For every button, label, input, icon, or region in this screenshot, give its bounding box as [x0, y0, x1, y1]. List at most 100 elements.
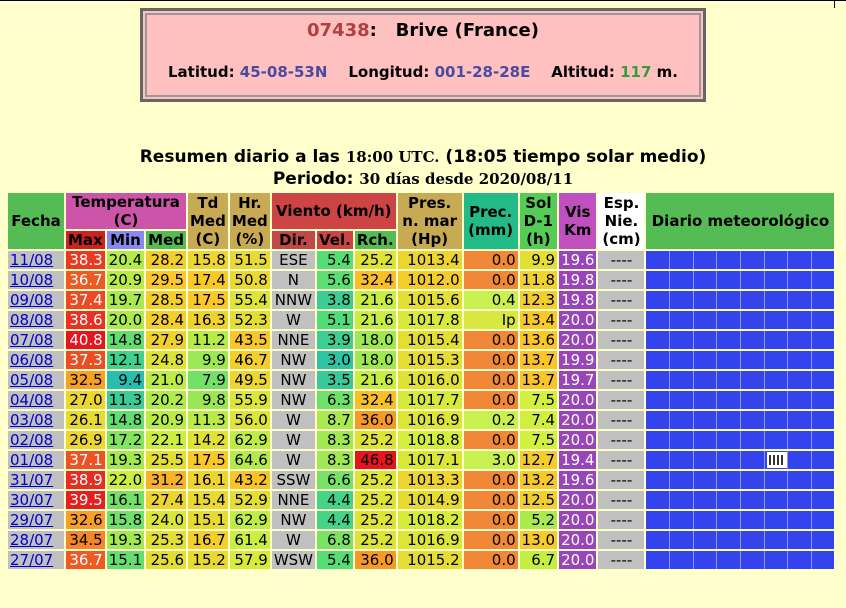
- diario-slot: [717, 551, 741, 569]
- top-rule: [0, 0, 846, 1]
- diario-slot: [670, 411, 694, 429]
- cell-rch: 25.2: [354, 471, 396, 489]
- cell-min: 17.2: [106, 431, 145, 449]
- diario-slot: [741, 411, 765, 429]
- header-td: Td Med (C): [188, 193, 228, 249]
- header-prec: Prec. (mm): [463, 193, 518, 249]
- diario-slot: [717, 531, 741, 549]
- station-title: 07438: Brive (France): [143, 20, 703, 41]
- cell-min: 14.8: [106, 411, 145, 429]
- cell-prec: 0.0: [463, 431, 518, 449]
- cell-date[interactable]: 11/08: [8, 251, 64, 269]
- date-link[interactable]: 27/07: [10, 551, 53, 569]
- cell-date[interactable]: 07/08: [8, 331, 64, 349]
- cell-pres: 1015.6: [397, 291, 462, 309]
- cell-rch: 32.4: [354, 271, 396, 289]
- table-body: 11/08 38.3 20.4 28.2 15.8 51.5 ESE 5.4 25.2 1013.…: [8, 251, 835, 569]
- cell-date[interactable]: 05/08: [8, 371, 64, 389]
- diario-slot: [765, 511, 789, 529]
- cell-date[interactable]: 04/08: [8, 391, 64, 409]
- diario-cell: [646, 431, 835, 449]
- diario-cell: [646, 411, 835, 429]
- cell-date[interactable]: 31/07: [8, 471, 64, 489]
- cell-sol: 7.5: [519, 431, 558, 449]
- cell-hr: 49.5: [229, 371, 270, 389]
- date-link[interactable]: 05/08: [10, 371, 53, 389]
- cell-min: 20.4: [106, 251, 145, 269]
- cell-date[interactable]: 30/07: [8, 491, 64, 509]
- date-link[interactable]: 08/08: [10, 311, 53, 329]
- diario-slot: [788, 311, 812, 329]
- cell-sol: 12.7: [519, 451, 558, 469]
- date-link[interactable]: 11/08: [10, 251, 53, 269]
- cell-med: 28.2: [146, 251, 186, 269]
- diario-cell: [646, 551, 835, 569]
- station-coords: Latitud: 45-08-53N Longitud: 001-28-28E …: [143, 63, 703, 81]
- date-link[interactable]: 29/07: [10, 511, 53, 529]
- table-row: 28/07 34.5 19.3 25.3 16.7 61.4 W 6.8 25.2 1016.9 0…: [8, 531, 835, 549]
- cell-date[interactable]: 01/08: [8, 451, 64, 469]
- diario-slot: [741, 471, 765, 489]
- header-pres: Pres. n. mar (Hp): [397, 193, 462, 249]
- date-link[interactable]: 28/07: [10, 531, 53, 549]
- cell-rch: 21.6: [354, 291, 396, 309]
- rain-icon[interactable]: [767, 452, 788, 468]
- diario-slot: [812, 391, 835, 409]
- date-link[interactable]: 04/08: [10, 391, 53, 409]
- diario-slot: [717, 431, 741, 449]
- date-link[interactable]: 02/08: [10, 431, 53, 449]
- table-row: 05/08 32.5 9.4 21.0 7.9 49.5 NW 3.5 21.6 1016.0 0.…: [8, 371, 835, 389]
- diario-slot: [694, 291, 718, 309]
- diario-slot: [717, 271, 741, 289]
- cell-hr: 51.5: [229, 251, 270, 269]
- cell-date[interactable]: 10/08: [8, 271, 64, 289]
- summary-heading: Resumen diario a las 18:00 UTC. (18:05 t…: [0, 146, 846, 190]
- date-link[interactable]: 01/08: [10, 451, 53, 469]
- header-min: Min: [106, 231, 145, 249]
- cell-date[interactable]: 27/07: [8, 551, 64, 569]
- cell-max: 40.8: [66, 331, 105, 349]
- cell-prec: 0.4: [463, 291, 518, 309]
- cell-date[interactable]: 09/08: [8, 291, 64, 309]
- cell-date[interactable]: 03/08: [8, 411, 64, 429]
- date-link[interactable]: 09/08: [10, 291, 53, 309]
- cell-pres: 1015.3: [397, 351, 462, 369]
- header-med: Med: [146, 231, 186, 249]
- cell-hr: 52.3: [229, 311, 270, 329]
- date-link[interactable]: 07/08: [10, 331, 53, 349]
- diario-slot: [788, 271, 812, 289]
- cell-date[interactable]: 28/07: [8, 531, 64, 549]
- diario-slot: [670, 291, 694, 309]
- station-sep: :: [369, 20, 377, 41]
- cell-rch: 32.4: [354, 391, 396, 409]
- cell-vis: 20.0: [559, 531, 597, 549]
- cell-date[interactable]: 02/08: [8, 431, 64, 449]
- latitude-label: Latitud:: [167, 63, 235, 81]
- cell-esp: ----: [598, 551, 645, 569]
- cell-max: 38.3: [66, 251, 105, 269]
- diario-slot: [646, 471, 671, 489]
- cell-pres: 1016.9: [397, 531, 462, 549]
- date-link[interactable]: 10/08: [10, 271, 53, 289]
- cell-max: 38.6: [66, 311, 105, 329]
- cell-pres: 1015.4: [397, 331, 462, 349]
- cell-dir: NNE: [271, 491, 316, 509]
- date-link[interactable]: 03/08: [10, 411, 53, 429]
- table-row: 01/08 37.1 19.3 25.5 17.5 64.6 W 8.3 46.8 1017.1 3…: [8, 451, 835, 469]
- diario-slot: [670, 451, 694, 469]
- date-link[interactable]: 30/07: [10, 491, 53, 509]
- table-row: 31/07 38.9 22.0 31.2 16.1 43.2 SSW 6.6 25.2 1013.…: [8, 471, 835, 489]
- diario-slot: [646, 431, 671, 449]
- cell-date[interactable]: 08/08: [8, 311, 64, 329]
- cell-date[interactable]: 29/07: [8, 511, 64, 529]
- diario-slot: [765, 411, 789, 429]
- summary-period-label: Periodo:: [272, 169, 354, 189]
- cell-esp: ----: [598, 291, 645, 309]
- cell-date[interactable]: 06/08: [8, 351, 64, 369]
- cell-pres: 1013.4: [397, 251, 462, 269]
- cell-vis: 19.6: [559, 471, 597, 489]
- cell-vel: 3.9: [317, 331, 353, 349]
- date-link[interactable]: 06/08: [10, 351, 53, 369]
- date-link[interactable]: 31/07: [10, 471, 53, 489]
- diario-slot: [765, 291, 789, 309]
